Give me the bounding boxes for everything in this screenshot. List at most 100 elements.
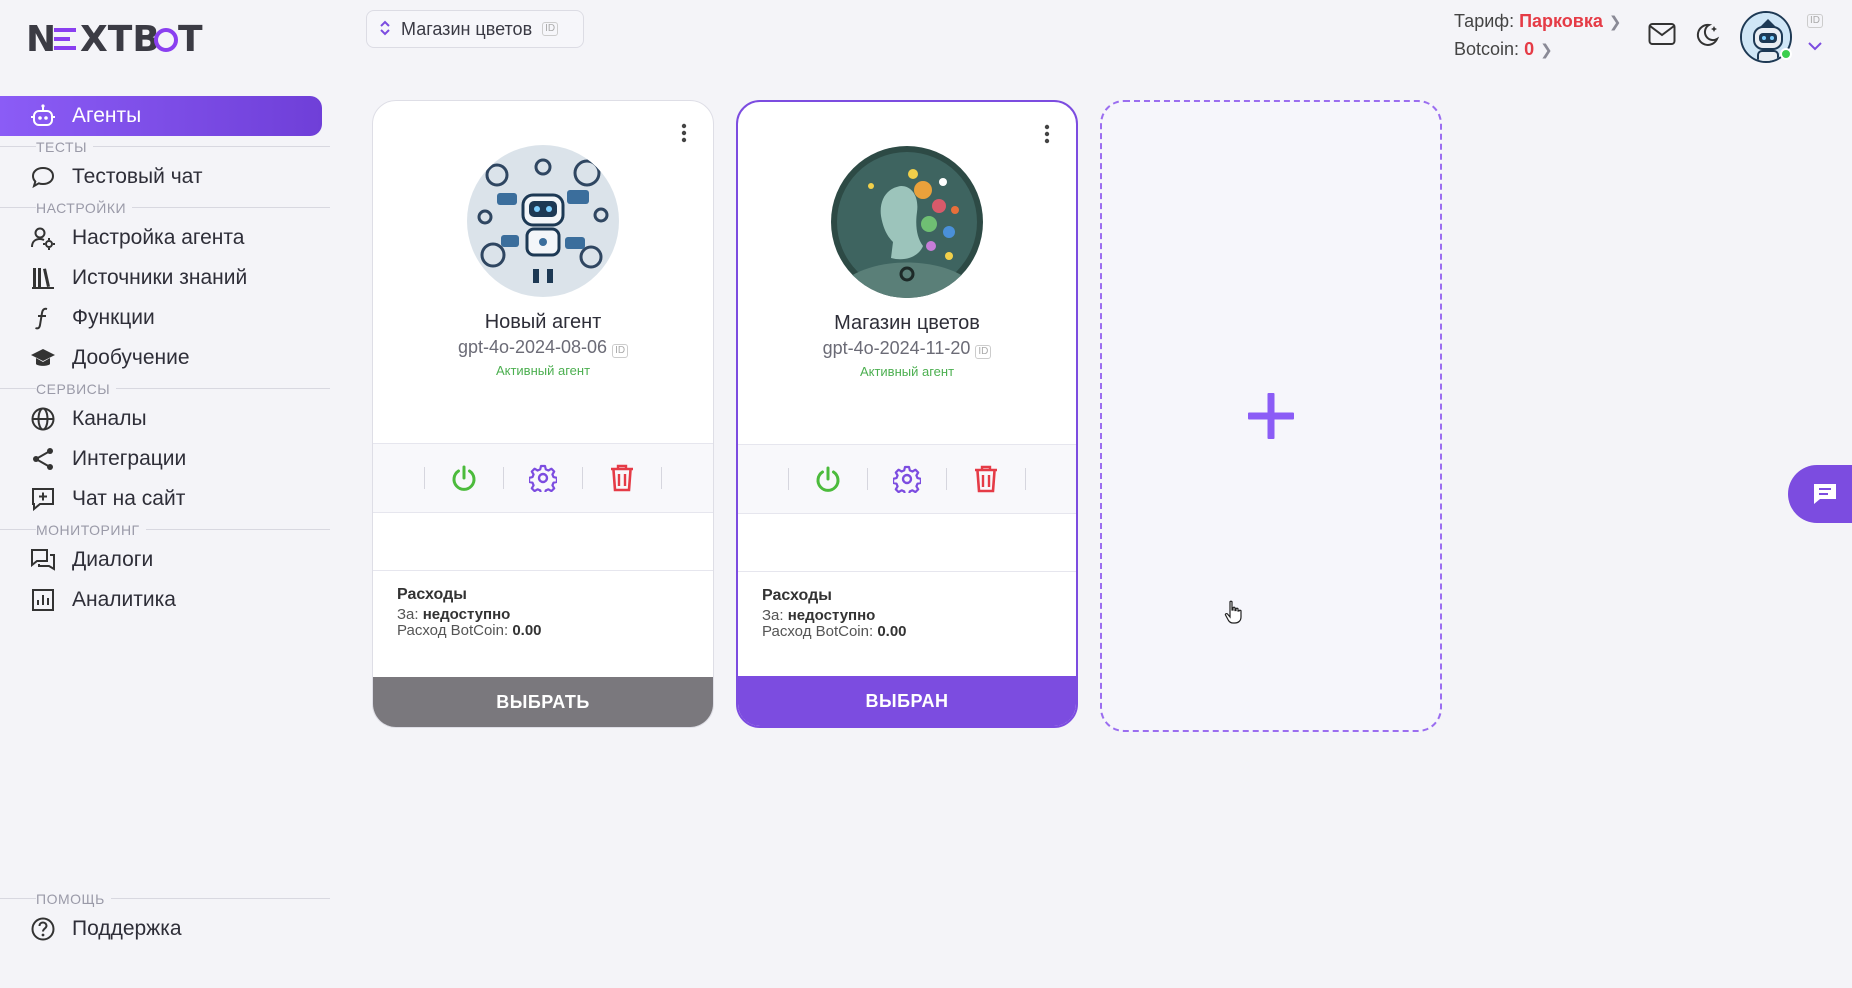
botcoin-row[interactable]: Botcoin: 0 ❯ <box>1454 36 1644 64</box>
sidebar-item-analytics[interactable]: Аналитика <box>0 580 322 620</box>
tariff-value[interactable]: Парковка <box>1519 11 1603 31</box>
power-icon <box>816 466 840 492</box>
costs-title: Расходы <box>762 587 832 604</box>
sidebar-item-label: Источники знаний <box>72 266 248 289</box>
id-badge[interactable]: ID <box>542 22 559 36</box>
section-title: ТЕСТЫ <box>36 138 93 155</box>
sidebar-item-label: Аналитика <box>72 588 176 611</box>
globe-icon <box>30 406 56 432</box>
id-badge[interactable]: ID <box>612 344 629 358</box>
sidebar-item-support[interactable]: Поддержка <box>0 909 322 949</box>
sidebar-item-label: Поддержка <box>72 917 182 940</box>
sidebar-item-fine-tuning[interactable]: Дообучение <box>0 338 322 378</box>
settings-button[interactable] <box>868 465 946 493</box>
agent-status: Активный агент <box>495 363 591 378</box>
delete-button[interactable] <box>583 464 661 492</box>
chevron-right-icon: ❯ <box>1540 42 1553 59</box>
agent-costs: Расходы За: недоступно Расход BotCoin: 0… <box>762 588 907 640</box>
sidebar-help: ПОМОЩЬ Поддержка <box>0 888 330 949</box>
section-title: ПОМОЩЬ <box>36 890 111 907</box>
user-gear-icon <box>30 225 56 251</box>
chat-icon <box>1814 484 1836 504</box>
trash-icon <box>975 465 997 493</box>
divider <box>1025 468 1026 490</box>
sidebar-item-integrations[interactable]: Интеграции <box>0 439 322 479</box>
sidebar-item-test-chat[interactable]: Тестовый чат <box>0 157 322 197</box>
section-title: СЕРВИСЫ <box>36 380 117 397</box>
divider <box>373 570 713 571</box>
power-button[interactable] <box>425 464 503 492</box>
costs-period: За: недоступно <box>762 608 907 624</box>
sidebar-item-knowledge-sources[interactable]: Источники знаний <box>0 258 322 298</box>
costs-botcoin-label: Расход BotCoin: <box>762 623 874 640</box>
section-title: НАСТРОЙКИ <box>36 199 133 216</box>
sidebar-item-site-chat[interactable]: Чат на сайт <box>0 479 322 519</box>
agent-model: gpt-4o-2024-08-06 ID <box>373 337 713 358</box>
updown-chevron-icon <box>379 19 391 39</box>
store-selector-label: Магазин цветов <box>401 18 533 39</box>
power-button[interactable] <box>789 465 867 493</box>
sidebar-item-label: Каналы <box>72 407 147 430</box>
sidebar-item-label: Диалоги <box>72 548 154 571</box>
mail-icon[interactable] <box>1648 22 1676 51</box>
sidebar-item-label: Тестовый чат <box>72 165 203 188</box>
agent-actions <box>738 444 1076 514</box>
more-vertical-icon[interactable] <box>681 123 687 148</box>
sidebar-item-label: Интеграции <box>72 447 187 470</box>
settings-button[interactable] <box>504 464 582 492</box>
agent-avatar-image <box>467 145 619 297</box>
sidebar-item-dialogs[interactable]: Диалоги <box>0 540 322 580</box>
costs-botcoin: Расход BotCoin: 0.00 <box>397 623 542 639</box>
function-icon <box>30 305 56 331</box>
agent-costs: Расходы За: недоступно Расход BotCoin: 0… <box>397 587 542 639</box>
section-label-monitoring: МОНИТОРИНГ <box>0 519 330 540</box>
more-vertical-icon[interactable] <box>1044 124 1050 149</box>
svg-text:N: N <box>26 19 56 58</box>
costs-period: За: недоступно <box>397 607 542 623</box>
selected-agent-button[interactable]: ВЫБРАН <box>738 676 1076 726</box>
tariff-label: Тариф: <box>1454 11 1515 31</box>
agent-name: Магазин цветов <box>834 312 980 334</box>
agent-avatar-image <box>831 146 983 298</box>
chat-bubble-icon <box>30 164 56 190</box>
sidebar-item-functions[interactable]: Функции <box>0 298 322 338</box>
moon-icon[interactable] <box>1694 22 1720 53</box>
tariff-row[interactable]: Тариф: Парковка ❯ <box>1454 8 1644 36</box>
sidebar-item-channels[interactable]: Каналы <box>0 399 322 439</box>
agent-card-selected[interactable]: Магазин цветов gpt-4o-2024-11-20 ID Акти… <box>736 100 1078 728</box>
sidebar-item-label: Агенты <box>72 104 142 127</box>
add-agent-card[interactable] <box>1100 100 1442 732</box>
costs-period-label: За: <box>762 607 784 624</box>
agent-card[interactable]: Новый агент gpt-4o-2024-08-06 ID Активны… <box>372 100 714 728</box>
agent-model-text: gpt-4o-2024-08-06 <box>457 337 608 357</box>
section-label-help: ПОМОЩЬ <box>0 888 330 909</box>
costs-botcoin-label: Расход BotCoin: <box>397 622 509 639</box>
costs-period-label: За: <box>397 606 419 623</box>
select-agent-button[interactable]: ВЫБРАТЬ <box>373 677 713 727</box>
chevron-down-icon[interactable] <box>1808 38 1822 54</box>
sidebar-item-agents[interactable]: Агенты <box>0 96 322 136</box>
sidebar-item-label: Настройка агента <box>72 226 245 249</box>
id-badge[interactable]: ID <box>975 345 992 359</box>
divider <box>661 467 662 489</box>
online-status-dot <box>1780 48 1792 60</box>
plus-icon <box>1248 393 1294 439</box>
sidebar-item-label: Функции <box>72 306 155 329</box>
agent-model-text: gpt-4o-2024-11-20 <box>822 338 971 358</box>
support-chat-button[interactable] <box>1788 465 1852 523</box>
id-badge[interactable]: ID <box>1807 14 1823 28</box>
delete-button[interactable] <box>947 465 1025 493</box>
robot-icon <box>30 103 56 129</box>
nextbot-logo[interactable]: N XTB T <box>26 18 206 58</box>
section-label-settings: НАСТРОЙКИ <box>0 197 330 218</box>
tariff-info: Тариф: Парковка ❯ Botcoin: 0 ❯ <box>1454 8 1644 64</box>
costs-botcoin-value: 0.00 <box>877 623 907 640</box>
store-selector[interactable]: Магазин цветов ID <box>366 10 584 48</box>
help-circle-icon <box>30 916 56 942</box>
botcoin-value[interactable]: 0 <box>1524 39 1534 59</box>
section-title: МОНИТОРИНГ <box>36 521 146 538</box>
svg-text:XTB: XTB <box>80 19 160 58</box>
sidebar-item-agent-settings[interactable]: Настройка агента <box>0 218 322 258</box>
section-label-services: СЕРВИСЫ <box>0 378 330 399</box>
sidebar-item-label: Чат на сайт <box>72 487 186 510</box>
